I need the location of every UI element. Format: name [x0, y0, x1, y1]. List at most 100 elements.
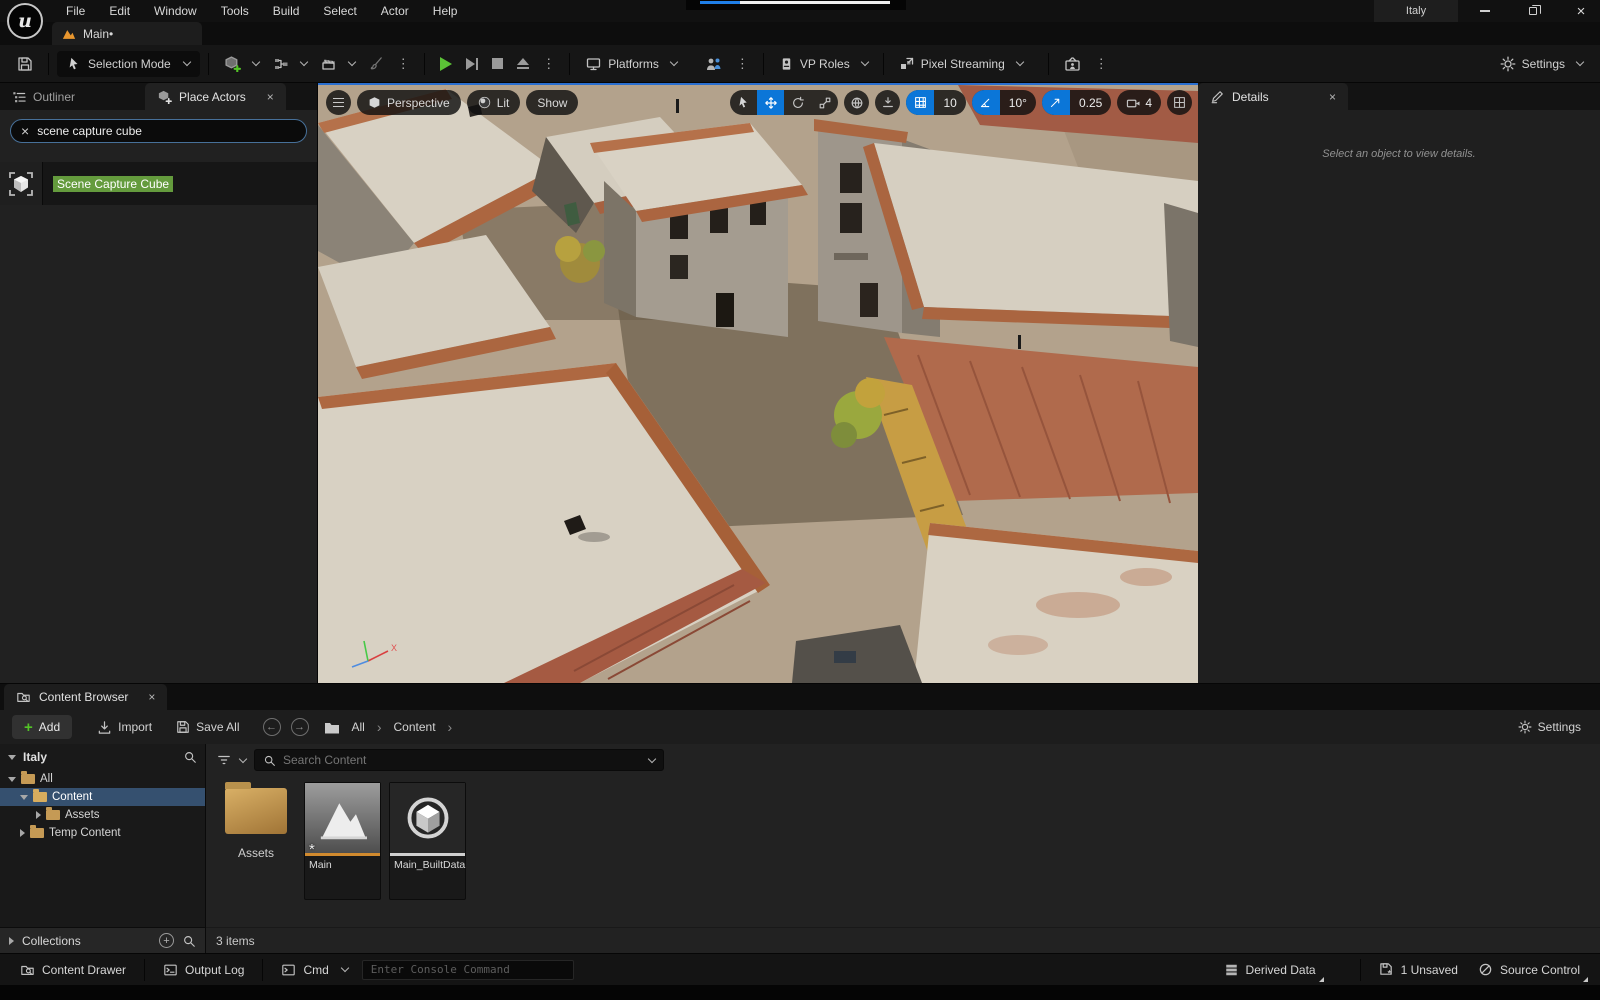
- place-actors-search[interactable]: ×: [10, 119, 307, 143]
- menu-actor[interactable]: Actor: [369, 0, 421, 22]
- menu-help[interactable]: Help: [421, 0, 470, 22]
- breadcrumb-chevron-2[interactable]: ›: [444, 719, 457, 735]
- save-button[interactable]: [10, 51, 40, 77]
- add-collection-icon[interactable]: +: [159, 933, 174, 948]
- vp-roles-dropdown[interactable]: VP Roles: [772, 51, 875, 77]
- collections-bar[interactable]: Collections +: [0, 927, 205, 953]
- perspective-dropdown[interactable]: Perspective: [357, 90, 461, 115]
- media-capture-button[interactable]: [1057, 51, 1089, 77]
- selection-mode-dropdown[interactable]: Selection Mode: [57, 51, 200, 77]
- place-actors-search-input[interactable]: [37, 124, 296, 138]
- level-tab-main[interactable]: Main•: [52, 22, 202, 45]
- viewport-options-menu[interactable]: [326, 90, 351, 115]
- rotation-snap-value[interactable]: 10°: [1000, 96, 1036, 110]
- multi-user-button[interactable]: [698, 51, 730, 77]
- collections-expand-icon[interactable]: [9, 937, 14, 945]
- show-dropdown[interactable]: Show: [526, 90, 578, 115]
- place-actor-result-row[interactable]: Scene Capture Cube: [0, 162, 317, 205]
- tab-outliner[interactable]: Outliner: [0, 83, 87, 110]
- output-log-button[interactable]: Output Log: [153, 954, 254, 986]
- world-local-toggle[interactable]: [844, 90, 869, 115]
- import-button[interactable]: Import: [90, 714, 159, 740]
- menu-file[interactable]: File: [54, 0, 97, 22]
- platforms-dropdown[interactable]: Platforms: [578, 51, 684, 77]
- filter-icon[interactable]: [216, 753, 232, 767]
- menu-edit[interactable]: Edit: [97, 0, 142, 22]
- lit-dropdown[interactable]: Lit: [467, 90, 521, 115]
- blueprints-dropdown[interactable]: [266, 51, 314, 77]
- viewport-layout-button[interactable]: [1167, 90, 1192, 115]
- rotate-tool[interactable]: [784, 90, 811, 115]
- menu-tools[interactable]: Tools: [209, 0, 261, 22]
- add-button[interactable]: + Add: [12, 715, 72, 739]
- eject-button[interactable]: [510, 51, 536, 77]
- scale-snap-toggle[interactable]: 0.25: [1042, 90, 1111, 115]
- tab-details[interactable]: Details ×: [1198, 83, 1348, 110]
- media-capture-menu[interactable]: ⋮: [1089, 56, 1114, 72]
- console-command-input[interactable]: [371, 963, 565, 976]
- grid-snap-value[interactable]: 10: [934, 96, 965, 110]
- collections-search-icon[interactable]: [182, 934, 196, 948]
- content-drawer-button[interactable]: Content Drawer: [10, 954, 136, 986]
- content-search[interactable]: [254, 749, 664, 771]
- breadcrumb-all[interactable]: All: [348, 720, 369, 734]
- filter-chevron-icon[interactable]: [239, 754, 247, 762]
- tab-place-actors[interactable]: Place Actors ×: [145, 83, 286, 110]
- paint-mode-button[interactable]: [362, 51, 391, 77]
- back-button[interactable]: ←: [263, 718, 281, 736]
- content-search-input[interactable]: [283, 753, 636, 767]
- cmd-dropdown[interactable]: Cmd: [271, 954, 357, 986]
- cinematics-dropdown[interactable]: [314, 51, 362, 77]
- clear-search-icon[interactable]: ×: [21, 124, 29, 138]
- tree-item-all[interactable]: All: [0, 770, 205, 788]
- multi-user-menu[interactable]: ⋮: [730, 56, 755, 72]
- tab-close-icon[interactable]: ×: [267, 90, 274, 104]
- menu-build[interactable]: Build: [261, 0, 312, 22]
- restore-button[interactable]: [1522, 2, 1544, 20]
- menu-select[interactable]: Select: [311, 0, 368, 22]
- tree-item-temp-content[interactable]: Temp Content: [0, 824, 205, 842]
- hamburger-icon: [333, 98, 344, 108]
- grid-snap-toggle[interactable]: 10: [906, 90, 965, 115]
- tree-search-icon[interactable]: [183, 750, 197, 764]
- breadcrumb-content[interactable]: Content: [390, 720, 440, 734]
- move-tool[interactable]: [757, 90, 784, 115]
- close-button[interactable]: ×: [1570, 2, 1592, 20]
- pixel-streaming-dropdown[interactable]: Pixel Streaming: [892, 51, 1030, 77]
- stop-button[interactable]: [485, 51, 510, 77]
- tree-item-content[interactable]: Content: [0, 788, 205, 806]
- play-button[interactable]: [433, 51, 459, 77]
- sources-header[interactable]: Italy: [0, 744, 205, 770]
- content-browser-close-icon[interactable]: ×: [148, 690, 155, 704]
- asset-folder-assets[interactable]: Assets: [216, 782, 296, 860]
- save-all-button[interactable]: Save All: [169, 714, 246, 740]
- source-control-button[interactable]: Source Control: [1468, 954, 1590, 986]
- editor-settings-dropdown[interactable]: Settings: [1493, 51, 1590, 77]
- console-command-field[interactable]: [362, 960, 574, 980]
- rotation-snap-toggle[interactable]: 10°: [972, 90, 1036, 115]
- camera-speed-control[interactable]: 4: [1117, 90, 1161, 115]
- menu-window[interactable]: Window: [142, 0, 209, 22]
- toolbar-overflow-menu[interactable]: ⋮: [391, 56, 416, 72]
- level-viewport[interactable]: Perspective Lit Show: [318, 83, 1198, 683]
- forward-button[interactable]: →: [291, 718, 309, 736]
- search-options-chevron[interactable]: [648, 754, 656, 762]
- tree-label-content: Content: [52, 791, 92, 803]
- surface-snapping-button[interactable]: [875, 90, 900, 115]
- play-options-menu[interactable]: ⋮: [536, 56, 561, 72]
- scale-tool[interactable]: [811, 90, 838, 115]
- add-actor-dropdown[interactable]: [217, 51, 266, 77]
- skip-frame-button[interactable]: [459, 51, 486, 77]
- asset-main-builtdata[interactable]: Main_BuiltData: [389, 782, 466, 900]
- tab-content-browser[interactable]: Content Browser ×: [4, 684, 167, 710]
- camera-speed-value[interactable]: 4: [1145, 96, 1161, 110]
- tree-item-assets[interactable]: Assets: [0, 806, 205, 824]
- minimize-button[interactable]: [1474, 2, 1496, 20]
- scale-snap-value[interactable]: 0.25: [1070, 96, 1111, 110]
- content-browser-settings[interactable]: Settings: [1511, 714, 1588, 740]
- unsaved-button[interactable]: * 1 Unsaved: [1369, 954, 1468, 986]
- derived-data-button[interactable]: Derived Data: [1214, 954, 1326, 986]
- select-tool[interactable]: [730, 90, 757, 115]
- asset-main-level[interactable]: * Main: [304, 782, 381, 900]
- details-close-icon[interactable]: ×: [1329, 90, 1336, 104]
